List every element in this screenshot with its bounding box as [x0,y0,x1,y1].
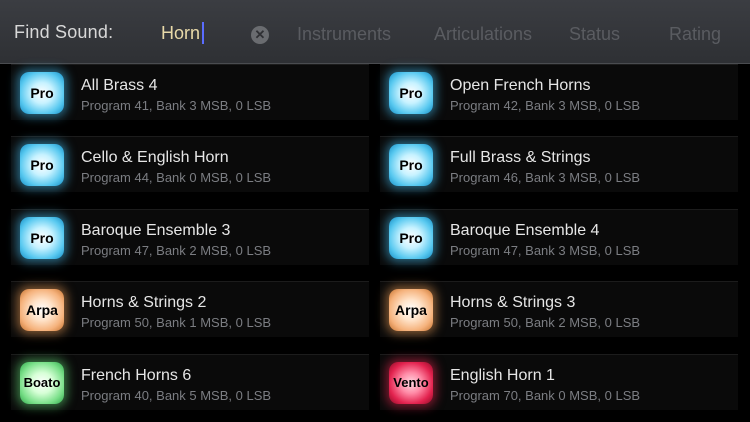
sound-item[interactable]: Pro Cello & English Horn Program 44, Ban… [11,136,369,192]
arpa-badge-icon: Arpa [20,289,64,331]
arpa-badge-icon: Arpa [389,289,433,331]
sound-name: English Horn 1 [450,367,555,384]
sound-name: Cello & English Horn [81,149,229,166]
tab-instruments[interactable]: Instruments [297,24,391,45]
sound-name: Horns & Strings 3 [450,294,576,311]
search-input[interactable] [160,19,240,47]
sound-item[interactable]: Arpa Horns & Strings 3 Program 50, Bank … [380,281,738,337]
pro-badge-icon: Pro [389,217,433,259]
tab-status[interactable]: Status [569,24,620,45]
sound-detail: Program 40, Bank 5 MSB, 0 LSB [81,388,272,403]
sound-item[interactable]: Vento English Horn 1 Program 70, Bank 0 … [380,354,738,410]
find-sound-label: Find Sound: [14,22,114,42]
vento-badge-icon: Vento [389,362,433,404]
sound-name: Full Brass & Strings [450,149,591,166]
pro-badge-icon: Pro [389,72,433,114]
sound-name: Baroque Ensemble 4 [450,222,600,239]
sound-item[interactable]: Pro Full Brass & Strings Program 46, Ban… [380,136,738,192]
tab-rating[interactable]: Rating [669,24,721,45]
sound-detail: Program 41, Bank 3 MSB, 0 LSB [81,98,272,113]
sound-detail: Program 42, Bank 3 MSB, 0 LSB [450,98,641,113]
sound-detail: Program 44, Bank 0 MSB, 0 LSB [81,170,272,185]
close-circle-icon[interactable]: ✕ [251,26,269,44]
sound-detail: Program 47, Bank 3 MSB, 0 LSB [450,243,641,258]
text-cursor [202,22,204,44]
sound-item[interactable]: Pro Open French Horns Program 42, Bank 3… [380,64,738,120]
sound-item[interactable]: Pro Baroque Ensemble 4 Program 47, Bank … [380,209,738,265]
sound-name: Baroque Ensemble 3 [81,222,231,239]
sound-name: All Brass 4 [81,77,158,94]
sound-detail: Program 50, Bank 1 MSB, 0 LSB [81,315,272,330]
pro-badge-icon: Pro [389,144,433,186]
pro-badge-icon: Pro [20,72,64,114]
sound-name: Horns & Strings 2 [81,294,207,311]
sound-list: Pro All Brass 4 Program 41, Bank 3 MSB, … [0,64,750,422]
search-field[interactable] [160,19,240,47]
pro-badge-icon: Pro [20,217,64,259]
sound-item[interactable]: Boato French Horns 6 Program 40, Bank 5 … [11,354,369,410]
search-header: Find Sound: ✕ Instruments Articulations … [0,0,750,64]
sound-item[interactable]: Pro All Brass 4 Program 41, Bank 3 MSB, … [11,64,369,120]
sound-detail: Program 50, Bank 2 MSB, 0 LSB [450,315,641,330]
sound-detail: Program 70, Bank 0 MSB, 0 LSB [450,388,641,403]
sound-detail: Program 46, Bank 3 MSB, 0 LSB [450,170,641,185]
pro-badge-icon: Pro [20,144,64,186]
sound-item[interactable]: Arpa Horns & Strings 2 Program 50, Bank … [11,281,369,337]
sound-name: French Horns 6 [81,367,192,384]
sound-name: Open French Horns [450,77,591,94]
sound-detail: Program 47, Bank 2 MSB, 0 LSB [81,243,272,258]
tab-articulations[interactable]: Articulations [434,24,532,45]
sound-item[interactable]: Pro Baroque Ensemble 3 Program 47, Bank … [11,209,369,265]
boato-badge-icon: Boato [20,362,64,404]
